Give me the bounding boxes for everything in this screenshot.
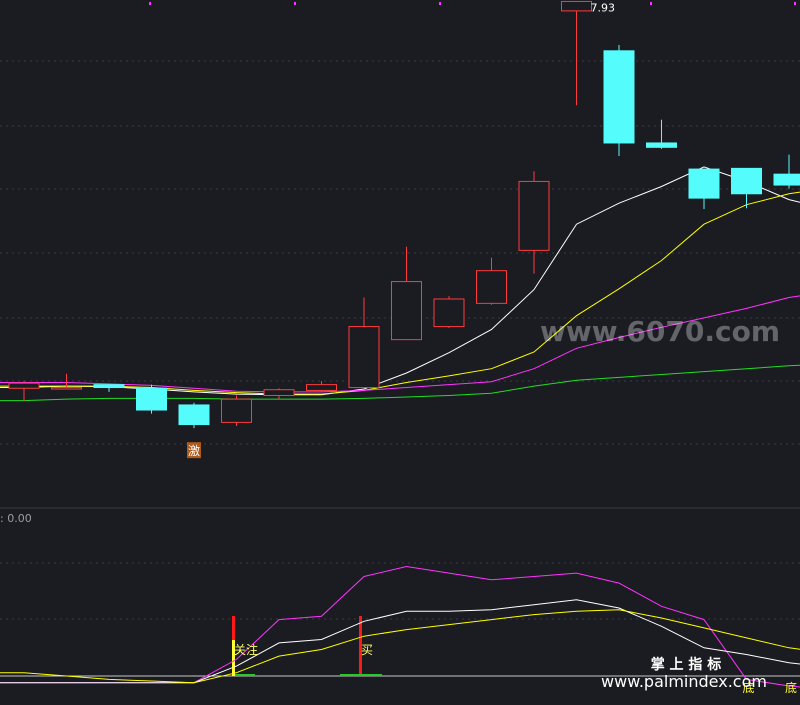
candle-body [646,142,677,148]
candle [391,246,422,341]
candle-body [178,404,210,426]
candle-body [518,180,550,251]
signal-label: 底 [785,680,797,695]
candle [646,119,677,149]
candle [561,0,592,106]
brand-watermark: 掌 上 指 标 [651,656,722,673]
series-line-0 [0,166,800,396]
upper-annotations: 7.93 激 [187,1,616,459]
signal-bar [232,616,235,640]
candle-body [731,167,762,195]
signal-base [340,674,382,676]
candle-body [688,168,720,199]
candle [178,402,210,429]
site-watermark: www.6070.com [540,315,780,348]
candle-body [561,0,592,12]
candle [221,395,252,426]
candle-body [136,387,167,411]
tick-marker [794,2,796,5]
candle-body [306,384,337,391]
candle-body [221,398,252,423]
candle-body [51,387,82,390]
candle [348,297,380,389]
signal-label: 买 [361,643,373,657]
candle-body [8,382,40,389]
lower-panel-grid [0,562,800,620]
candle [93,384,125,392]
candle [476,257,507,305]
signal-base [235,674,255,676]
candle [433,296,465,329]
tick-marker [294,2,296,5]
candle-body [476,270,507,304]
candle [603,44,635,157]
candle [773,154,800,189]
candle [136,384,167,414]
tick-marker [439,2,441,5]
url-watermark: www.palmindex.com [601,672,767,691]
candle-body [773,173,800,186]
candle [306,381,337,392]
tick-marker [650,2,652,5]
high-price-label: 7.93 [591,1,616,14]
candle [688,168,720,210]
candle [518,171,550,274]
tick-marker [149,2,151,5]
candle-body [263,389,295,397]
candle-body [93,384,125,389]
upper-panel-grid [0,2,800,445]
signal-badge-label: 激 [188,444,200,458]
indicator-readout: : 0.00 [0,512,32,525]
candle [263,388,295,400]
candle-body [433,298,465,328]
signal-label: 关注 [234,642,258,657]
candle-body [603,50,635,144]
candle [8,381,40,402]
candle-body [391,281,422,341]
series-line-3 [0,364,800,402]
candlesticks [8,0,800,429]
stock-chart: 7.93激 关注 买底底 : 0.00 www.6070.com 掌 上 指 标 … [0,0,800,695]
candle-body [348,326,380,389]
